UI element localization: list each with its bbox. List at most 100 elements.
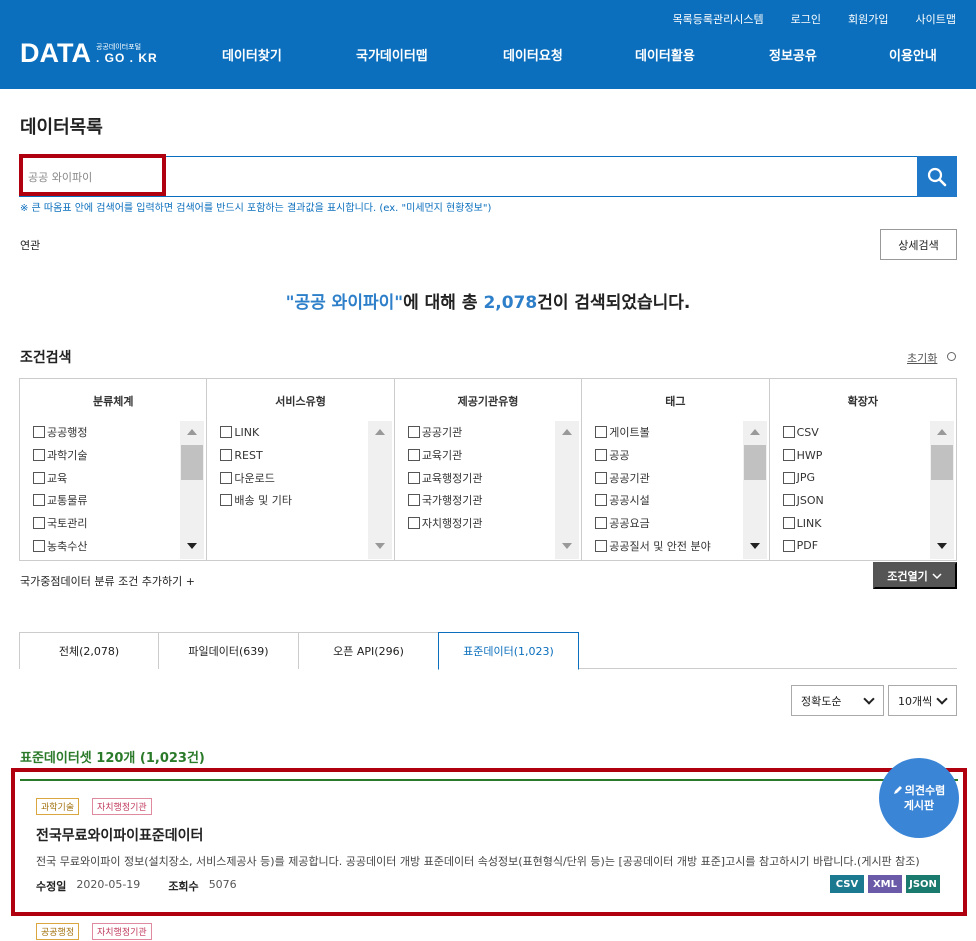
filter-option[interactable]: 공공	[595, 444, 711, 467]
filter-option[interactable]: 공공기관	[595, 466, 711, 489]
filter-option[interactable]: 교육행정기관	[407, 466, 483, 489]
scroll-down-arrow-icon[interactable]	[374, 543, 385, 549]
filter-option[interactable]: 농축수산	[33, 534, 87, 553]
scroll-up-arrow-icon[interactable]	[562, 429, 573, 435]
checkbox[interactable]	[595, 517, 608, 530]
filter-scrollbar[interactable]	[742, 421, 767, 559]
checkbox[interactable]	[33, 539, 45, 552]
filter-option[interactable]: LINK	[220, 421, 292, 444]
nav-data-request[interactable]: 데이터요청	[503, 45, 563, 64]
checkbox[interactable]	[33, 471, 45, 484]
filter-option[interactable]: 공공기관	[407, 421, 483, 444]
checkbox[interactable]	[782, 494, 795, 507]
checkbox[interactable]	[407, 517, 420, 530]
tab-file-data[interactable]: 파일데이터(639)	[158, 632, 299, 669]
filter-option[interactable]: 교통물류	[33, 489, 87, 512]
filter-option[interactable]: 교육기관	[407, 444, 483, 467]
filter-scrollbar[interactable]	[930, 421, 955, 559]
filter-option[interactable]: HWP	[782, 444, 824, 467]
filter-option[interactable]: LINK	[782, 512, 824, 535]
filter-option[interactable]: PDF	[782, 534, 824, 553]
result-card[interactable]: 과학기술 자치행정기관 전국무료와이파이표준데이터 전국 무료와이파이 정보(설…	[20, 779, 958, 906]
detail-search-button[interactable]: 상세검색	[880, 229, 957, 260]
filter-option[interactable]: 자치행정기관	[407, 512, 483, 535]
scroll-down-arrow-icon[interactable]	[562, 543, 573, 549]
filter-option[interactable]: 다운로드	[220, 466, 292, 489]
tab-standard-data[interactable]: 표준데이터(1,023)	[438, 632, 579, 670]
checkbox[interactable]	[33, 449, 45, 462]
checkbox[interactable]	[220, 494, 233, 507]
filter-scrollbar[interactable]	[180, 421, 205, 559]
link-login[interactable]: 로그인	[791, 11, 821, 27]
nav-national-data-map[interactable]: 국가데이터맵	[356, 45, 428, 64]
checkbox[interactable]	[407, 449, 420, 462]
search-button[interactable]	[917, 156, 957, 197]
filter-option[interactable]: 공공행정	[33, 421, 87, 444]
format-badge-csv[interactable]: CSV	[830, 875, 864, 893]
scroll-down-arrow-icon[interactable]	[187, 543, 198, 549]
format-badge-xml[interactable]: XML	[868, 875, 902, 893]
scroll-up-arrow-icon[interactable]	[749, 429, 760, 435]
scroll-thumb[interactable]	[743, 445, 766, 480]
checkbox[interactable]	[595, 471, 608, 484]
reset-link[interactable]: 초기화	[907, 350, 937, 366]
tab-all[interactable]: 전체(2,078)	[19, 632, 159, 669]
filter-option[interactable]: 국가행정기관	[407, 489, 483, 512]
sort-order-select[interactable]: 정확도순	[791, 685, 884, 716]
checkbox[interactable]	[220, 426, 233, 439]
filter-scrollbar[interactable]	[367, 421, 392, 559]
checkbox[interactable]	[33, 426, 45, 439]
checkbox[interactable]	[407, 426, 420, 439]
scroll-thumb[interactable]	[181, 445, 204, 480]
checkbox[interactable]	[220, 449, 233, 462]
checkbox[interactable]	[407, 471, 420, 484]
tab-open-api[interactable]: 오픈 API(296)	[298, 632, 439, 669]
filter-option[interactable]: 공공요금	[595, 512, 711, 535]
filter-option[interactable]: 과학기술	[33, 444, 87, 467]
nav-info-share[interactable]: 정보공유	[769, 45, 817, 64]
scroll-down-arrow-icon[interactable]	[749, 543, 760, 549]
nav-find-data[interactable]: 데이터찾기	[222, 45, 282, 64]
checkbox[interactable]	[782, 517, 795, 530]
page-size-select[interactable]: 10개씩	[888, 685, 957, 716]
scroll-up-arrow-icon[interactable]	[187, 429, 198, 435]
filter-option[interactable]: REST	[220, 444, 292, 467]
filter-option[interactable]: 배송 및 기타	[220, 489, 292, 512]
checkbox[interactable]	[782, 426, 795, 439]
scroll-up-arrow-icon[interactable]	[374, 429, 385, 435]
checkbox[interactable]	[782, 539, 795, 552]
filter-option[interactable]: JSON	[782, 489, 824, 512]
nav-guide[interactable]: 이용안내	[889, 45, 937, 64]
checkbox[interactable]	[33, 517, 45, 530]
checkbox[interactable]	[595, 426, 608, 439]
checkbox[interactable]	[595, 449, 608, 462]
filter-option[interactable]: 국토관리	[33, 512, 87, 535]
feedback-board-button[interactable]: 의견수렴 게시판	[879, 758, 959, 838]
filter-option[interactable]: CSV	[782, 421, 824, 444]
filter-option[interactable]: 게이트볼	[595, 421, 711, 444]
search-input[interactable]	[28, 167, 888, 187]
filter-scrollbar[interactable]	[555, 421, 580, 559]
checkbox[interactable]	[782, 471, 795, 484]
scroll-down-arrow-icon[interactable]	[937, 543, 948, 549]
filter-option[interactable]: 공공시설	[595, 489, 711, 512]
scroll-thumb[interactable]	[931, 445, 954, 480]
nav-data-use[interactable]: 데이터활용	[635, 45, 695, 64]
link-registry-system[interactable]: 목록등록관리시스템	[673, 11, 764, 27]
open-conditions-button[interactable]: 조건열기	[873, 562, 957, 589]
format-badge-json[interactable]: JSON	[906, 875, 940, 893]
checkbox[interactable]	[782, 449, 795, 462]
link-signup[interactable]: 회원가입	[848, 11, 888, 27]
checkbox[interactable]	[595, 539, 608, 552]
scroll-up-arrow-icon[interactable]	[937, 429, 948, 435]
checkbox[interactable]	[595, 494, 608, 507]
checkbox[interactable]	[220, 471, 233, 484]
filter-option[interactable]: JPG	[782, 466, 824, 489]
filter-option[interactable]: 교육	[33, 466, 87, 489]
checkbox[interactable]	[33, 494, 45, 507]
link-sitemap[interactable]: 사이트맵	[916, 11, 956, 27]
add-national-data-condition[interactable]: 국가중점데이터 분류 조건 추가하기 +	[20, 573, 195, 589]
checkbox[interactable]	[407, 494, 420, 507]
filter-option[interactable]: 공공질서 및 안전 분야	[595, 534, 711, 553]
reset-icon[interactable]	[947, 352, 956, 361]
